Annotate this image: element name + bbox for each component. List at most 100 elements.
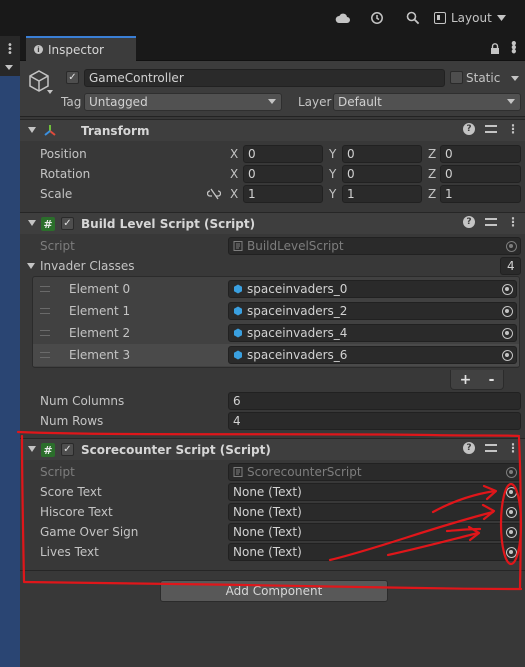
history-icon[interactable] [368, 9, 386, 27]
script-value: BuildLevelScript [247, 239, 344, 253]
axis-x-label: X [230, 167, 239, 181]
tab-bar: i Inspector • • • [20, 36, 525, 61]
position-x-input[interactable]: 0 [243, 145, 323, 163]
header-icons: ? ⋮ [463, 442, 519, 454]
hiscore-text-value: None (Text) [233, 505, 302, 519]
active-checkbox[interactable]: ✓ [66, 71, 79, 84]
presets-icon[interactable] [485, 442, 497, 454]
scale-label: Scale [40, 187, 73, 201]
search-icon-glyph [406, 11, 420, 25]
element-0-label: Element 0 [69, 282, 131, 296]
build-level-script-title: Build Level Script (Script) [81, 217, 256, 231]
transform-header[interactable]: Transform ? ⋮ [20, 119, 525, 141]
header-icons: ? ⋮ [463, 123, 519, 135]
position-y-input[interactable]: 0 [342, 145, 422, 163]
kebab-menu-icon[interactable]: • • • [7, 41, 13, 59]
layout-label: Layout [451, 11, 492, 25]
gameobject-name-input[interactable]: GameController [84, 69, 445, 87]
object-picker-icon[interactable] [506, 547, 517, 558]
search-icon[interactable] [404, 9, 422, 27]
scorecounter-script-title: Scorecounter Script (Script) [81, 443, 271, 457]
presets-icon[interactable] [485, 216, 497, 228]
axis-x-label: X [230, 147, 239, 161]
score-text-label: Score Text [40, 485, 102, 499]
object-picker-icon[interactable] [502, 350, 513, 361]
drag-handle-icon[interactable] [40, 352, 50, 358]
object-picker-icon[interactable] [506, 527, 517, 538]
drag-handle-icon[interactable] [40, 308, 50, 314]
script-hash-icon: # [41, 217, 55, 231]
score-text-field[interactable]: None (Text) [228, 483, 521, 501]
game-over-sign-field[interactable]: None (Text) [228, 523, 521, 541]
position-z-input[interactable]: 0 [440, 145, 521, 163]
element-2-label: Element 2 [69, 326, 131, 340]
kebab-menu-icon[interactable]: ⋮ [507, 123, 519, 135]
layout-icon [434, 12, 446, 24]
build-level-script-header[interactable]: # ✓ Build Level Script (Script) ? ⋮ [20, 212, 525, 234]
help-icon[interactable]: ? [463, 123, 475, 135]
chevron-down-icon [507, 99, 515, 104]
object-picker-icon[interactable] [502, 328, 513, 339]
help-icon[interactable]: ? [463, 442, 475, 454]
axis-y-label: Y [329, 147, 337, 161]
rotation-x-input[interactable]: 0 [243, 165, 323, 183]
component-enabled-checkbox[interactable]: ✓ [61, 217, 74, 230]
num-rows-input[interactable]: 4 [228, 412, 521, 430]
object-picker-icon[interactable] [506, 507, 517, 518]
constrain-proportions-icon[interactable] [207, 188, 221, 200]
transform-title: Transform [81, 124, 150, 138]
object-picker-icon[interactable] [502, 284, 513, 295]
tab-inspector[interactable]: i Inspector [26, 36, 136, 61]
foldout-arrow-icon[interactable] [27, 263, 35, 269]
lock-icon[interactable] [490, 43, 500, 54]
drag-handle-icon[interactable] [40, 286, 50, 292]
layer-dropdown[interactable]: Default [333, 93, 521, 111]
invader-count-input[interactable]: 4 [500, 257, 521, 275]
hiscore-text-field[interactable]: None (Text) [228, 503, 521, 521]
scorecounter-script-header[interactable]: # ✓ Scorecounter Script (Script) ? ⋮ [20, 438, 525, 460]
tab-label: Inspector [48, 42, 104, 57]
element-1-field[interactable]: spaceinvaders_2 [228, 302, 517, 320]
sprite-cube-icon [234, 284, 242, 294]
kebab-menu-icon[interactable]: ⋮ [507, 442, 519, 454]
help-icon[interactable]: ? [463, 216, 475, 228]
chevron-down-icon[interactable] [5, 65, 13, 70]
scale-x-input[interactable]: 1 [243, 185, 323, 203]
object-picker-icon[interactable] [506, 487, 517, 498]
chevron-down-icon[interactable] [511, 76, 519, 81]
element-3-field[interactable]: spaceinvaders_6 [228, 346, 517, 364]
script-field: ScorecounterScript [228, 463, 521, 481]
chevron-down-icon [496, 15, 506, 21]
cloud-icon[interactable] [333, 9, 351, 27]
tag-dropdown[interactable]: Untagged [84, 93, 282, 111]
left-panel-edge: • • • [0, 36, 20, 667]
invader-classes-label[interactable]: Invader Classes [40, 259, 135, 273]
foldout-arrow-icon[interactable] [28, 127, 36, 133]
add-element-button[interactable]: + [460, 372, 472, 388]
remove-element-button[interactable]: - [489, 372, 495, 388]
num-columns-input[interactable]: 6 [228, 392, 521, 410]
kebab-menu-icon[interactable]: ⋮ [507, 216, 519, 228]
add-component-button[interactable]: Add Component [160, 580, 388, 602]
inspector-panel: ✓ GameController Static Tag Untagged Lay… [20, 61, 525, 667]
component-enabled-checkbox[interactable]: ✓ [61, 443, 74, 456]
layout-dropdown[interactable]: Layout [434, 8, 506, 28]
chevron-down-icon[interactable] [47, 90, 53, 94]
object-picker-icon[interactable] [502, 306, 513, 317]
script-file-icon [233, 467, 243, 477]
element-2-field[interactable]: spaceinvaders_4 [228, 324, 517, 342]
cloud-icon-glyph [335, 13, 350, 23]
kebab-menu-icon[interactable]: • • • [510, 38, 518, 58]
foldout-arrow-icon[interactable] [28, 220, 36, 226]
axis-y-label: Y [329, 187, 337, 201]
scale-z-input[interactable]: 1 [440, 185, 521, 203]
lives-text-field[interactable]: None (Text) [228, 543, 521, 561]
foldout-arrow-icon[interactable] [28, 446, 36, 452]
scale-y-input[interactable]: 1 [342, 185, 422, 203]
drag-handle-icon[interactable] [40, 330, 50, 336]
rotation-y-input[interactable]: 0 [342, 165, 422, 183]
rotation-z-input[interactable]: 0 [440, 165, 521, 183]
static-checkbox[interactable] [450, 71, 463, 84]
element-0-field[interactable]: spaceinvaders_0 [228, 280, 517, 298]
presets-icon[interactable] [485, 123, 497, 135]
